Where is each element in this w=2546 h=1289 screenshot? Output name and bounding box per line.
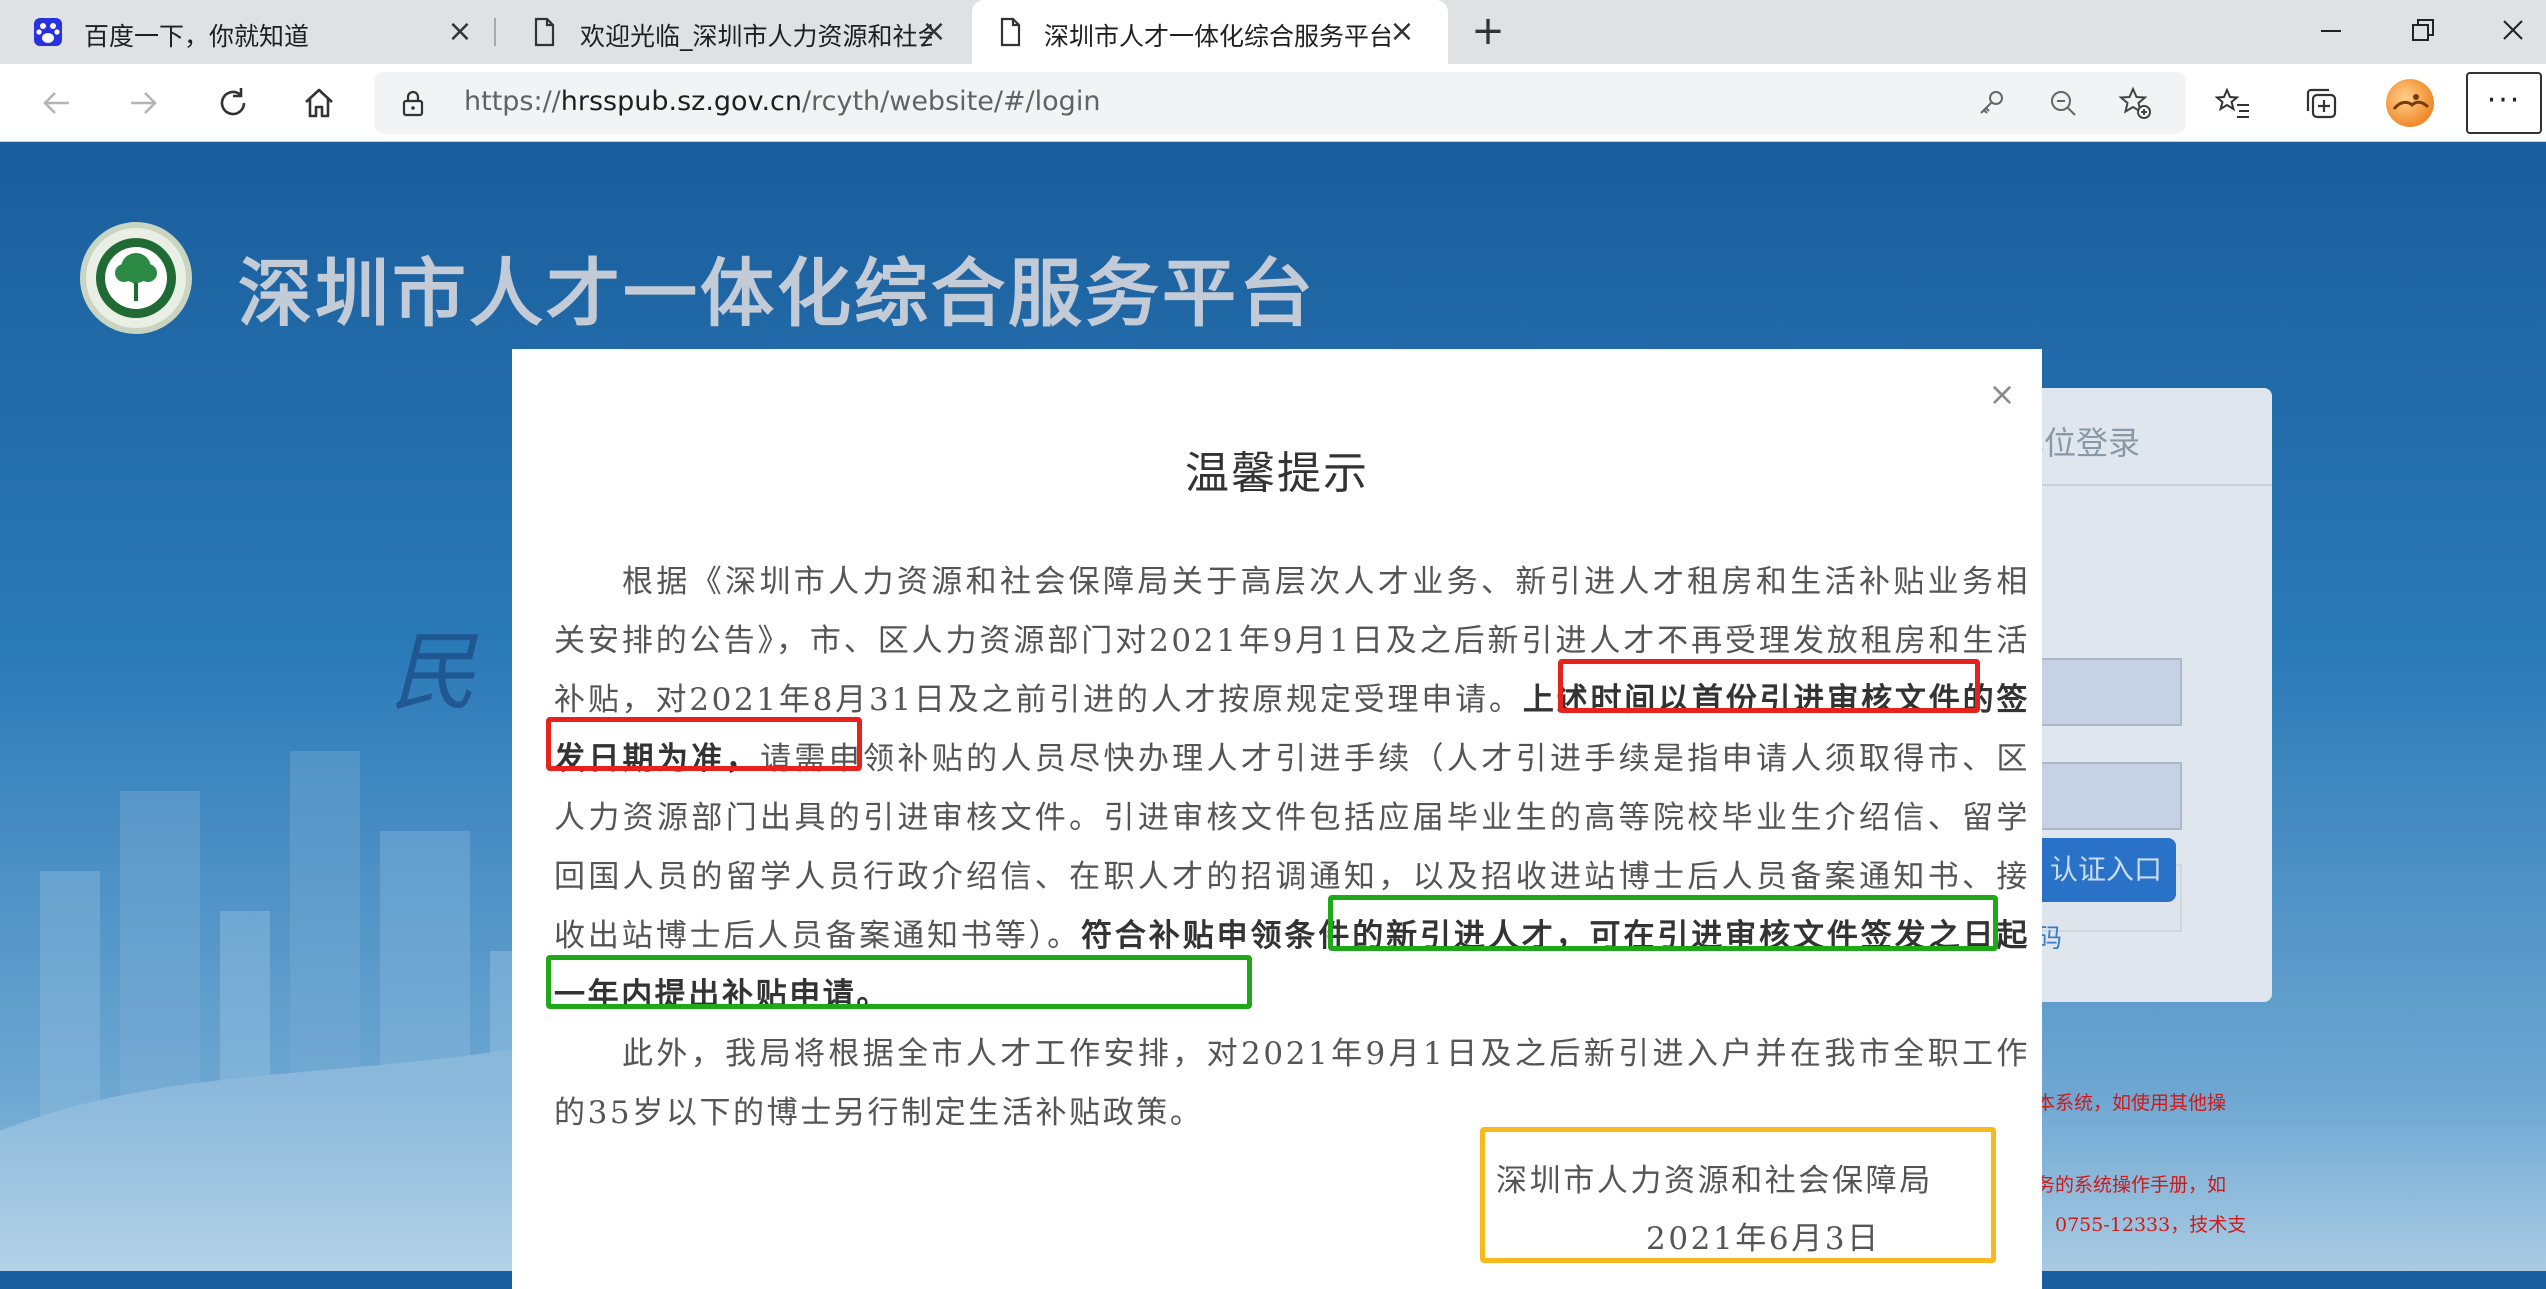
background-calligraphy: 民 xyxy=(390,623,476,723)
close-tab-icon[interactable]: × xyxy=(1386,16,1418,48)
close-tab-icon[interactable]: × xyxy=(444,16,476,48)
url-scheme: https:// xyxy=(464,86,561,117)
add-favorite-button[interactable] xyxy=(2118,86,2152,120)
notice-paragraph-1: 根据《深圳市人力资源和社会保障局关于高层次人才业务、新引进人才租房和生活补贴业务… xyxy=(554,553,2030,1025)
tree-emblem-icon xyxy=(96,238,176,318)
restore-icon xyxy=(2412,19,2434,41)
minimize-icon xyxy=(2321,30,2341,32)
zoom-out-button[interactable] xyxy=(2046,86,2080,120)
url-path: /rcyth/website/#/login xyxy=(802,86,1101,117)
url-host: hrsspub.sz.gov.cn xyxy=(560,86,803,117)
browser-toolbar: https://hrsspub.sz.gov.cn/rcyth/website/… xyxy=(0,64,2546,142)
address-bar[interactable]: https://hrsspub.sz.gov.cn/rcyth/website/… xyxy=(374,72,2186,134)
collections-icon xyxy=(2306,88,2337,119)
back-button[interactable] xyxy=(34,80,80,126)
hrss-logo xyxy=(80,222,192,334)
arrow-left-icon xyxy=(43,92,69,114)
home-button[interactable] xyxy=(296,80,342,126)
page-icon xyxy=(1000,17,1021,47)
modal-close-button[interactable]: × xyxy=(1986,378,2018,411)
password-key-button[interactable] xyxy=(1974,86,2008,120)
forward-button[interactable] xyxy=(120,80,166,126)
page-icon xyxy=(534,17,555,47)
favorites-list-icon xyxy=(2215,87,2249,118)
avatar-image-icon xyxy=(2392,94,2430,110)
notice-paragraph-2: 此外，我局将根据全市人才工作安排，对2021年9月1日及之后新引进入户并在我市全… xyxy=(554,1036,2030,1131)
lock-icon[interactable] xyxy=(398,88,428,118)
tab-title: 百度一下，你就知道 xyxy=(84,22,310,51)
close-icon xyxy=(2503,20,2523,40)
signature-org: 深圳市人力资源和社会保障局 xyxy=(1496,1163,1933,1199)
reload-button[interactable] xyxy=(210,80,256,126)
new-tab-button[interactable]: + xyxy=(1466,10,1510,54)
tab-active-platform[interactable]: 深圳市人才一体化综合服务平台 × xyxy=(972,0,1448,64)
collections-button[interactable] xyxy=(2298,80,2344,126)
system-notice-line-2: 务的系统操作手册，如 xyxy=(2036,1174,2227,1196)
tab-welcome[interactable]: 欢迎光临_深圳市人力资源和社会 × xyxy=(496,0,968,64)
refresh-icon xyxy=(220,88,246,116)
url-text[interactable]: https://hrsspub.sz.gov.cn/rcyth/website/… xyxy=(464,86,1100,117)
modal-body: 根据《深圳市人力资源和社会保障局关于高层次人才业务、新引进人才租房和生活补贴业务… xyxy=(554,553,2030,1143)
close-tab-icon[interactable]: × xyxy=(918,16,950,48)
tab-strip: 百度一下，你就知道 × 欢迎光临_深圳市人力资源和社会 × 深圳市人才一体化综合… xyxy=(0,0,2546,64)
site-title: 深圳市人才一体化综合服务平台 xyxy=(238,251,1316,337)
system-notice-line-1: 本系统，如使用其他操 xyxy=(2036,1092,2227,1114)
home-icon xyxy=(305,88,333,118)
tab-title: 深圳市人才一体化综合服务平台 xyxy=(1044,22,1390,51)
minimize-button[interactable] xyxy=(2306,8,2356,54)
signature-date: 2021年6月3日 xyxy=(1646,1221,1881,1257)
notice-modal: × 温馨提示 根据《深圳市人力资源和社会保障局关于高层次人才业务、新引进人才租房… xyxy=(512,349,2042,1289)
star-plus-icon xyxy=(2118,86,2151,119)
baidu-paw-icon xyxy=(34,18,62,46)
system-notice-line-3: ：0755-12333，技术支 xyxy=(2036,1214,2247,1236)
settings-menu-button[interactable]: ··· xyxy=(2466,72,2542,134)
close-window-button[interactable] xyxy=(2488,8,2538,54)
restore-button[interactable] xyxy=(2398,8,2448,54)
modal-title: 温馨提示 xyxy=(1185,448,1369,499)
favorites-button[interactable] xyxy=(2210,80,2256,126)
tab-title: 欢迎光临_深圳市人力资源和社会 xyxy=(580,22,932,51)
profile-avatar[interactable] xyxy=(2386,79,2434,127)
zoom-out-icon xyxy=(2051,91,2076,116)
tab-baidu[interactable]: 百度一下，你就知道 × xyxy=(0,0,492,64)
key-icon xyxy=(1980,91,2003,114)
arrow-right-icon xyxy=(131,92,157,114)
cert-button-label: 认证入口 xyxy=(2049,853,2162,886)
